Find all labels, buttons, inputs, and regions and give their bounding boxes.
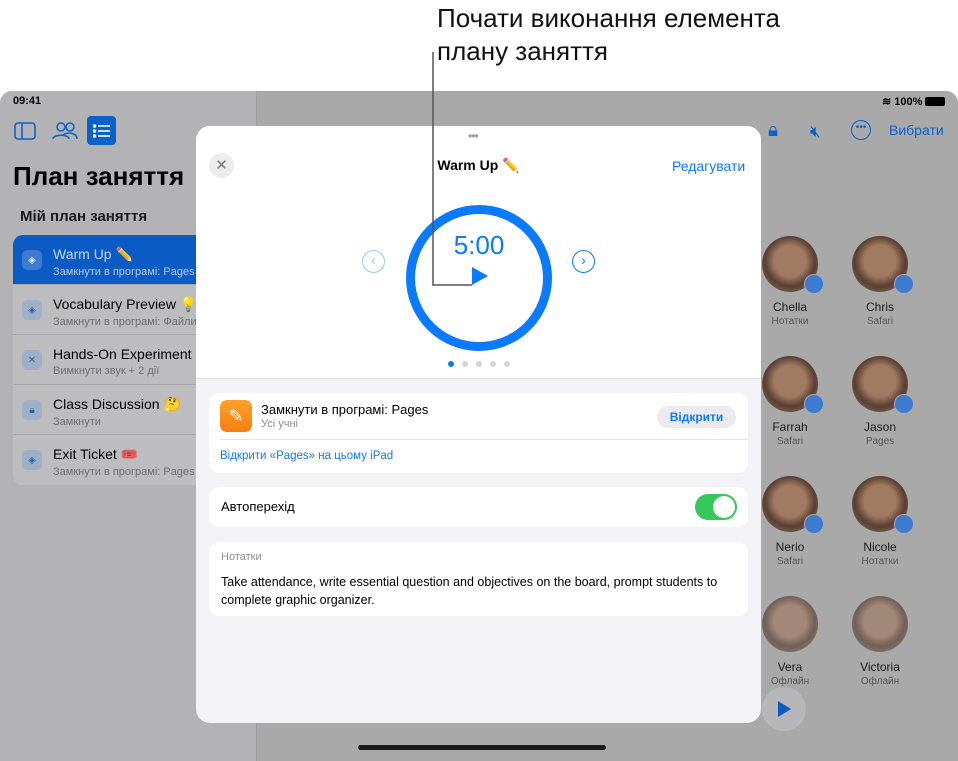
callout-line-1: Почати виконання елемента (437, 3, 780, 33)
previous-button[interactable]: ‹ (362, 250, 385, 273)
play-button[interactable] (762, 687, 806, 731)
student-name: Jason (863, 420, 897, 434)
app-card: ✎ Замкнути в програмі: Pages Усі учні Ві… (209, 393, 748, 473)
student-status: Pages (865, 436, 895, 447)
battery-icon (925, 97, 946, 106)
edit-button[interactable]: Редагувати (672, 158, 745, 174)
section-title: Мій план заняття (20, 208, 148, 225)
more-icon[interactable]: ••• (851, 120, 871, 140)
student-nerio[interactable]: Nerio Safari (750, 476, 830, 567)
lock-icon[interactable]: 🔒︎ (768, 120, 778, 142)
battery-percent: 100% (894, 95, 923, 108)
student-status: Офлайн (860, 676, 900, 687)
avatar (852, 356, 914, 414)
student-status: Safari (776, 436, 804, 447)
app-badge-icon (804, 274, 824, 294)
avatar (762, 596, 818, 652)
student-chris[interactable]: Chris Safari (840, 236, 920, 327)
avatar (762, 236, 824, 294)
app-badge-icon (894, 274, 914, 294)
grabber-icon[interactable]: ••• (468, 129, 479, 143)
app-badge-icon (894, 514, 914, 534)
student-farrah[interactable]: Farrah Safari (750, 356, 830, 447)
lesson-plan-icon[interactable] (87, 116, 116, 145)
callout-line-2: плану заняття (437, 36, 609, 66)
app-card-title: Замкнути в програмі: Pages (261, 402, 429, 417)
home-indicator (358, 745, 606, 750)
sidebar-toggle-icon[interactable] (10, 117, 40, 145)
app-badge-icon (894, 394, 914, 414)
student-name: Vera (777, 660, 803, 674)
layers-icon: ◈ (22, 250, 42, 270)
student-nicole[interactable]: Nicole Нотатки (840, 476, 920, 567)
lesson-item-modal: ••• ✕ Warm Up ✏️ Редагувати ‹ › 5:00 ✎ З… (196, 126, 761, 723)
auto-advance-label: Автоперехід (221, 499, 295, 514)
avatar (762, 356, 824, 414)
open-on-ipad-link[interactable]: Відкрити «Pages» на цьому iPad (220, 450, 393, 462)
app-badge-icon (804, 394, 824, 414)
mute-icon[interactable]: 🔇︎ (810, 122, 821, 142)
avatar (762, 476, 824, 534)
next-button[interactable]: › (572, 250, 595, 273)
page-dot[interactable] (489, 361, 496, 367)
student-name: Victoria (860, 660, 900, 674)
avatar (852, 236, 914, 294)
open-button[interactable]: Відкрити (657, 406, 736, 428)
student-name: Chris (865, 300, 894, 314)
divider (220, 439, 748, 440)
student-victoria[interactable]: Victoria Офлайн (840, 596, 920, 687)
student-status: Нотатки (861, 556, 899, 567)
page-dots[interactable] (196, 354, 761, 372)
auto-advance-toggle[interactable] (695, 494, 737, 520)
notes-card: Нотатки Take attendance, write essential… (209, 542, 748, 616)
page-dot[interactable] (475, 361, 482, 367)
callout-label: Почати виконання елемента плану заняття (437, 2, 780, 68)
select-button[interactable]: Вибрати (889, 122, 944, 138)
student-name: Chella (772, 300, 808, 314)
mute-icon: ✕ (22, 350, 42, 370)
student-status: Safari (866, 316, 894, 327)
student-status: Safari (776, 556, 804, 567)
app-badge-icon (804, 514, 824, 534)
notes-label: Нотатки (221, 551, 262, 563)
student-status: Нотатки (771, 316, 809, 327)
status-time: 09:41 (13, 95, 42, 107)
auto-advance-row: Автоперехід (209, 487, 748, 527)
student-jason[interactable]: Jason Pages (840, 356, 920, 447)
page-title: План заняття (13, 161, 185, 191)
page-dot[interactable] (447, 361, 454, 367)
avatar (852, 596, 908, 652)
layers-icon: ◈ (22, 450, 42, 470)
student-vera[interactable]: Vera Офлайн (750, 596, 830, 687)
students-icon[interactable] (50, 117, 80, 145)
page-dot[interactable] (461, 361, 468, 367)
student-name: Nicole (863, 540, 897, 554)
app-card-subtitle: Усі учні (261, 418, 299, 430)
lock-icon: 🔒︎ (22, 400, 42, 420)
avatar (852, 476, 914, 534)
page-dot[interactable] (503, 361, 510, 367)
student-name: Farrah (772, 420, 808, 434)
play-icon (778, 701, 791, 717)
student-chella[interactable]: Chella Нотатки (750, 236, 830, 327)
start-play-icon[interactable] (472, 267, 488, 285)
timer-value: 5:00 (453, 230, 505, 260)
student-name: Nerio (775, 540, 805, 554)
status-battery: ≋ 100% (882, 95, 946, 108)
ipad-screen: 09:41 План заняття Мій план заняття ◈ War… (0, 91, 958, 761)
layers-icon: ◈ (22, 300, 42, 320)
pages-app-icon: ✎ (220, 400, 252, 432)
notes-text[interactable]: Take attendance, write essential questio… (221, 573, 721, 609)
student-status: Офлайн (770, 676, 810, 687)
wifi-icon: ≋ (882, 96, 892, 108)
